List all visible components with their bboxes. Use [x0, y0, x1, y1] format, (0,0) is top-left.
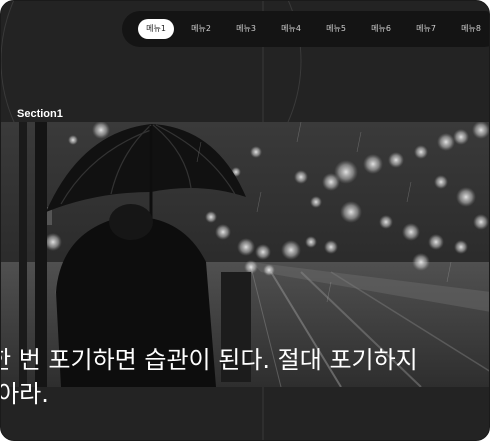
tab-menu8[interactable]: 메뉴8: [453, 19, 489, 39]
page-frame: 메뉴1 메뉴2 메뉴3 메뉴4 메뉴5 메뉴6 메뉴7 메뉴8 Section1: [0, 0, 490, 441]
quote-text: 한 번 포기하면 습관이 된다. 절대 포기하지 말아라.: [0, 343, 489, 411]
tab-menu3[interactable]: 메뉴3: [228, 19, 264, 39]
tab-menu5[interactable]: 메뉴5: [318, 19, 354, 39]
quote-line-2: 말아라.: [1, 380, 49, 408]
tab-menu1[interactable]: 메뉴1: [138, 19, 174, 39]
tab-menu2[interactable]: 메뉴2: [183, 19, 219, 39]
tab-menu6[interactable]: 메뉴6: [363, 19, 399, 39]
tab-menu4[interactable]: 메뉴4: [273, 19, 309, 39]
tab-menu7[interactable]: 메뉴7: [408, 19, 444, 39]
section-title: Section1: [17, 108, 63, 120]
quote-line-1: 한 번 포기하면 습관이 된다. 절대 포기하지: [0, 346, 418, 374]
main-nav: 메뉴1 메뉴2 메뉴3 메뉴4 메뉴5 메뉴6 메뉴7 메뉴8: [122, 11, 489, 47]
